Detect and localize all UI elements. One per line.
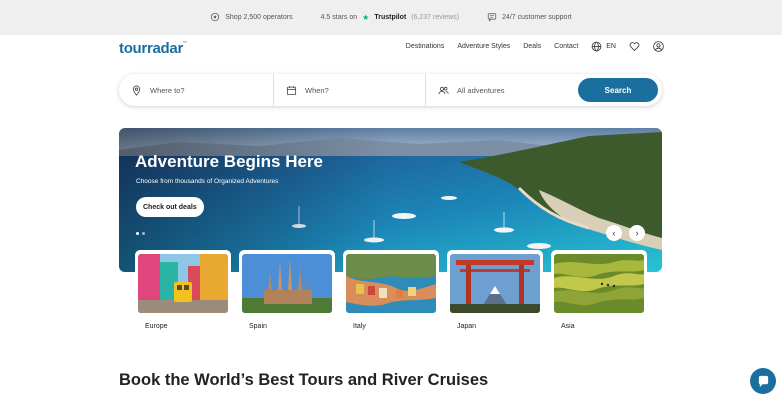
destination-field[interactable]: Where to?: [119, 74, 273, 106]
globe-icon: [591, 41, 602, 52]
location-pin-icon: [132, 85, 141, 96]
main-nav: Destinations Adventure Styles Deals Cont…: [393, 41, 664, 52]
nav-contact[interactable]: Contact: [554, 43, 578, 50]
support-info[interactable]: 24/7 customer support: [487, 12, 572, 24]
rating-text: 4.5 stars on: [320, 14, 358, 21]
destination-label: Europe: [145, 323, 168, 330]
carousel-dot-2[interactable]: [142, 232, 145, 235]
chevron-left-icon: ‹: [612, 228, 616, 238]
europe-image: [138, 254, 228, 313]
search-button[interactable]: Search: [578, 78, 658, 102]
asia-image: [554, 254, 644, 313]
destination-card-spain[interactable]: Spain: [239, 250, 335, 330]
japan-image: [450, 254, 540, 313]
carousel-dots: [136, 232, 145, 235]
card-image-frame: [551, 250, 647, 316]
adventure-type-select[interactable]: All adventures: [457, 86, 505, 95]
language-selector[interactable]: EN: [591, 41, 616, 52]
trustpilot-star-icon: ★: [362, 13, 370, 22]
language-label: EN: [606, 43, 616, 50]
destination-label: Asia: [561, 323, 575, 330]
calendar-icon: [286, 85, 297, 95]
nav-destinations[interactable]: Destinations: [406, 43, 445, 50]
account-button[interactable]: [653, 41, 664, 52]
date-field[interactable]: When?: [273, 74, 425, 106]
heart-icon: [629, 42, 640, 52]
nav-deals[interactable]: Deals: [523, 43, 541, 50]
people-icon: [438, 86, 449, 94]
trustpilot-rating[interactable]: 4.5 stars on ★ Trustpilot (6,237 reviews…: [321, 13, 460, 22]
search-bar: Where to? When? All adventures Search: [119, 74, 662, 106]
carousel-next-button[interactable]: ›: [629, 225, 645, 241]
hero-title: Adventure Begins Here: [135, 152, 323, 171]
destination-card-italy[interactable]: Italy: [343, 250, 439, 330]
reviews-count: (6,237 reviews): [411, 14, 460, 21]
destination-label: Japan: [457, 323, 477, 330]
hero-subtitle: Choose from thousands of Organized Adven…: [136, 178, 279, 185]
destination-label: Spain: [249, 323, 267, 330]
date-input[interactable]: When?: [305, 86, 329, 95]
destination-label: Italy: [353, 323, 366, 330]
destination-card-europe[interactable]: Europe: [135, 250, 231, 330]
destination-input[interactable]: Where to?: [150, 86, 185, 95]
chat-support-icon: [487, 12, 497, 24]
operators-icon: [210, 12, 220, 24]
wishlist-button[interactable]: [629, 41, 640, 52]
site-header: tourradar™ Destinations Adventure Styles…: [0, 35, 782, 63]
card-image-frame: [135, 250, 231, 316]
carousel-dot-1[interactable]: [136, 232, 139, 235]
destination-card-asia[interactable]: Asia: [551, 250, 647, 330]
italy-image: [346, 254, 436, 313]
check-out-deals-button[interactable]: Check out deals: [136, 197, 204, 217]
adventure-type-field[interactable]: All adventures: [425, 74, 575, 106]
chat-widget-button[interactable]: [750, 368, 776, 394]
support-text: 24/7 customer support: [502, 14, 572, 21]
trustpilot-label: Trustpilot: [374, 14, 407, 21]
user-icon: [653, 41, 664, 52]
top-info-bar: Shop 2,500 operators 4.5 stars on ★ Trus…: [0, 0, 782, 35]
operators-info: Shop 2,500 operators: [210, 12, 293, 24]
destination-cards: Europe Spain Italy Japan Asia: [135, 250, 647, 330]
spain-image: [242, 254, 332, 313]
chevron-right-icon: ›: [635, 228, 639, 238]
card-image-frame: [343, 250, 439, 316]
chat-bubble-icon: [758, 375, 768, 387]
section-title: Book the World’s Best Tours and River Cr…: [119, 371, 489, 389]
destination-card-japan[interactable]: Japan: [447, 250, 543, 330]
nav-adventure-styles[interactable]: Adventure Styles: [457, 43, 510, 50]
tourradar-logo[interactable]: tourradar™: [119, 40, 187, 57]
carousel-prev-button[interactable]: ‹: [606, 225, 622, 241]
card-image-frame: [447, 250, 543, 316]
card-image-frame: [239, 250, 335, 316]
operators-text: Shop 2,500 operators: [225, 14, 293, 21]
